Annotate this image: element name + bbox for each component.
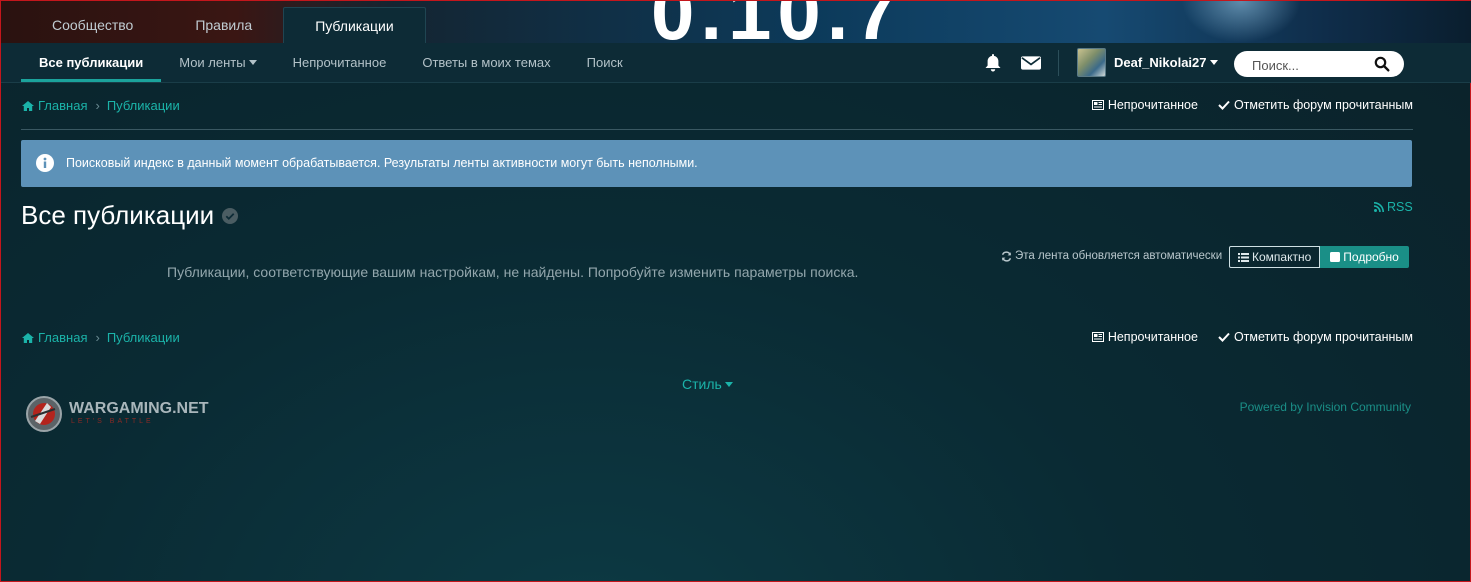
secondary-nav: Все публикации Мои ленты Непрочитанное О… xyxy=(1,43,1471,83)
newspaper-icon xyxy=(1091,332,1104,342)
page-title: Все публикации xyxy=(21,200,239,231)
wargaming-logo-text: WARGAMING.NET LET'S BATTLE xyxy=(69,401,209,427)
list-icon xyxy=(1238,252,1249,262)
username: Deaf_Nikolai27 xyxy=(1114,55,1207,70)
page-title-text: Все публикации xyxy=(21,200,215,230)
home-icon xyxy=(22,332,34,343)
follow-check-icon[interactable] xyxy=(222,200,239,231)
wargaming-emblem-icon xyxy=(26,396,62,432)
mark-forum-read-label: Отметить форум прочитанным xyxy=(1233,330,1413,344)
subnav-unread[interactable]: Непрочитанное xyxy=(275,43,405,82)
breadcrumb-current[interactable]: Публикации xyxy=(107,98,180,113)
mark-forum-read-link[interactable]: Отметить форум прочитанным xyxy=(1218,98,1413,112)
subnav-all-publications[interactable]: Все публикации xyxy=(21,43,162,82)
user-menu-button[interactable]: Deaf_Nikolai27 xyxy=(1114,55,1218,70)
home-icon xyxy=(22,100,34,111)
auto-update-note: Эта лента обновляется автоматически xyxy=(1001,250,1222,262)
tab-community[interactable]: Сообщество xyxy=(21,7,164,43)
empty-results-message: Публикации, соответствующие вашим настро… xyxy=(167,264,859,280)
wargaming-logo[interactable]: WARGAMING.NET LET'S BATTLE xyxy=(25,395,209,433)
breadcrumb-current[interactable]: Публикации xyxy=(107,330,180,345)
unread-link[interactable]: Непрочитанное xyxy=(1091,330,1198,344)
unread-link-label: Непрочитанное xyxy=(1107,98,1198,112)
view-compact-label: Компактно xyxy=(1252,250,1312,264)
chevron-down-icon xyxy=(1209,60,1218,65)
breadcrumb-home[interactable]: Главная xyxy=(21,330,87,345)
userbar-divider xyxy=(1058,49,1059,76)
tab-rules[interactable]: Правила xyxy=(164,7,283,43)
info-message-text: Поисковый индекс в данный момент обрабат… xyxy=(66,156,698,170)
newspaper-icon xyxy=(1091,100,1104,110)
info-icon xyxy=(36,154,54,172)
subnav-my-feeds-label: Мои ленты xyxy=(179,55,246,70)
checkmark-icon xyxy=(1218,332,1230,342)
view-mode-toggle: Компактно Подробно xyxy=(1229,246,1409,268)
tab-publications[interactable]: Публикации xyxy=(283,7,426,43)
search-icon[interactable] xyxy=(1374,56,1390,72)
unread-link[interactable]: Непрочитанное xyxy=(1091,98,1198,112)
chevron-down-icon xyxy=(724,382,733,387)
divider xyxy=(21,129,1413,130)
bell-icon[interactable] xyxy=(983,53,1003,73)
subnav-all-publications-label: Все публикации xyxy=(39,55,144,70)
subnav-search-label: Поиск xyxy=(586,55,623,70)
breadcrumb-actions: Непрочитанное Отметить форум прочитанным xyxy=(1072,330,1413,344)
subnav-replies-in-my-topics[interactable]: Ответы в моих темах xyxy=(404,43,568,82)
rss-icon xyxy=(1374,202,1384,212)
view-detailed-button[interactable]: Подробно xyxy=(1320,246,1409,268)
envelope-icon[interactable] xyxy=(1021,53,1041,73)
avatar[interactable] xyxy=(1077,48,1106,77)
breadcrumb-bottom: Главная › Публикации Непрочитанное Отмет… xyxy=(21,330,1413,350)
breadcrumb-top: Главная › Публикации Непрочитанное Отмет… xyxy=(21,98,1413,118)
subnav-replies-label: Ответы в моих темах xyxy=(422,55,551,70)
breadcrumb: Главная › Публикации xyxy=(21,330,180,345)
view-compact-button[interactable]: Компактно xyxy=(1229,246,1321,268)
site-banner: 0.10.7 Сообщество Правила Публикации xyxy=(1,1,1471,43)
mark-forum-read-link[interactable]: Отметить форум прочитанным xyxy=(1218,330,1413,344)
subnav-unread-label: Непрочитанное xyxy=(292,55,387,70)
checkmark-icon xyxy=(1218,100,1230,110)
info-message: Поисковый индекс в данный момент обрабат… xyxy=(21,140,1412,187)
rss-label: RSS xyxy=(1387,200,1413,214)
rss-link[interactable]: RSS xyxy=(1374,200,1413,214)
mark-forum-read-label: Отметить форум прочитанным xyxy=(1233,98,1413,112)
breadcrumb-actions: Непрочитанное Отметить форум прочитанным xyxy=(1072,98,1413,112)
breadcrumb-home-label: Главная xyxy=(38,330,88,345)
breadcrumb-home-label: Главная xyxy=(38,98,88,113)
auto-update-text: Эта лента обновляется автоматически xyxy=(1015,250,1223,262)
breadcrumb: Главная › Публикации xyxy=(21,98,180,113)
chevron-right-icon: › xyxy=(95,98,100,113)
breadcrumb-home[interactable]: Главная xyxy=(21,98,87,113)
subnav-my-feeds[interactable]: Мои ленты xyxy=(161,43,274,82)
square-icon xyxy=(1330,252,1341,262)
powered-by-link[interactable]: Powered by Invision Community xyxy=(1240,400,1411,414)
subnav-search[interactable]: Поиск xyxy=(569,43,641,82)
top-tabs: Сообщество Правила Публикации xyxy=(21,7,426,43)
banner-glow xyxy=(1181,1,1301,43)
search-input[interactable] xyxy=(1250,51,1374,79)
user-bar: Deaf_Nikolai27 xyxy=(983,43,1218,82)
refresh-icon xyxy=(1001,250,1012,262)
style-selector[interactable]: Стиль xyxy=(682,376,733,392)
wargaming-slogan: LET'S BATTLE xyxy=(71,418,154,425)
style-selector-label: Стиль xyxy=(682,376,722,392)
wargaming-name: WARGAMING.NET xyxy=(69,400,209,417)
unread-link-label: Непрочитанное xyxy=(1107,330,1198,344)
search-box xyxy=(1234,51,1404,79)
secondary-nav-items: Все публикации Мои ленты Непрочитанное О… xyxy=(21,43,641,82)
chevron-down-icon xyxy=(248,60,257,65)
chevron-right-icon: › xyxy=(95,330,100,345)
banner-version-text: 0.10.7 xyxy=(651,1,904,43)
view-detailed-label: Подробно xyxy=(1343,250,1399,264)
